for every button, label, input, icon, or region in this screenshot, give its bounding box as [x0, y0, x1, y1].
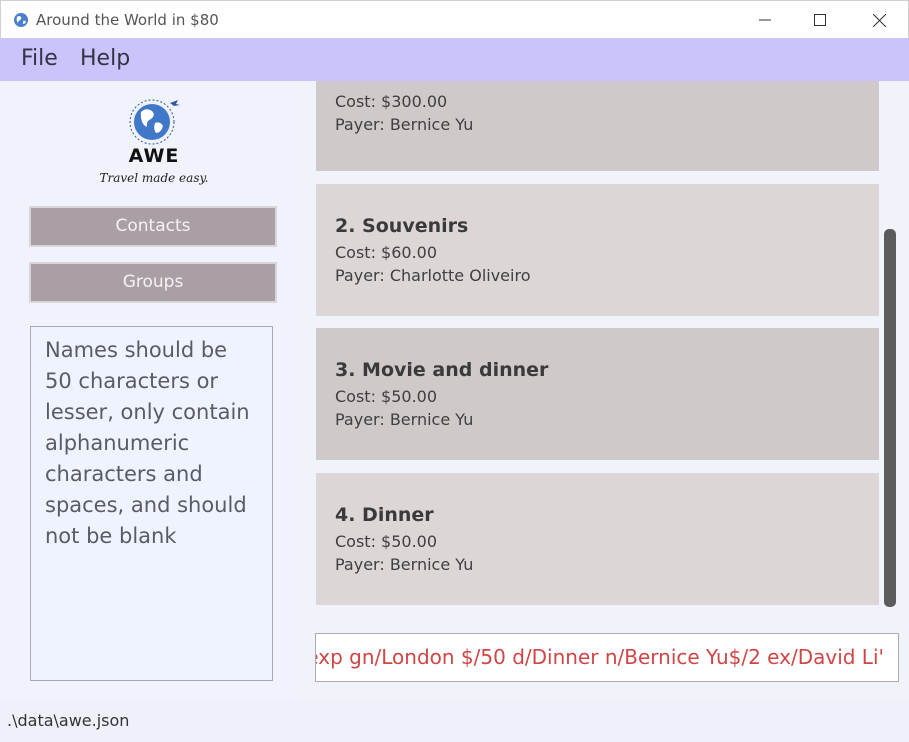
result-message: Names should be 50 characters or lesser,…: [45, 338, 250, 548]
status-bar: .\data\awe.json: [0, 701, 909, 742]
expense-cost: Cost: $50.00: [335, 387, 438, 406]
menu-help[interactable]: Help: [80, 46, 130, 71]
app-logo: AWE Travel made easy.: [94, 97, 214, 191]
minimize-icon: [759, 19, 771, 21]
expense-title: 4. Dinner: [335, 504, 434, 526]
expense-payer: Payer: Charlotte Oliveiro: [335, 266, 531, 285]
groups-button[interactable]: Groups: [29, 262, 277, 303]
result-display: Names should be 50 characters or lesser,…: [30, 326, 273, 681]
expense-payer: Payer: Bernice Yu: [335, 115, 474, 134]
command-input[interactable]: dd exp gn/London $/50 d/Dinner n/Bernice…: [315, 633, 899, 682]
expense-card[interactable]: 3. Movie and dinner Cost: $50.00 Payer: …: [316, 328, 879, 460]
expense-card[interactable]: 2. Souvenirs Cost: $60.00 Payer: Charlot…: [316, 184, 879, 316]
sidebar: AWE Travel made easy. Contacts Groups Na…: [0, 81, 302, 701]
expense-payer: Payer: Bernice Yu: [335, 555, 474, 574]
expense-title: 3. Movie and dinner: [335, 359, 549, 381]
close-icon: [872, 13, 886, 27]
expense-title: 2. Souvenirs: [335, 215, 469, 237]
globe-logo-icon: [129, 99, 180, 145]
command-text: dd exp gn/London $/50 d/Dinner n/Bernice…: [315, 645, 884, 669]
expense-cost: Cost: $50.00: [335, 532, 438, 551]
expense-payer: Payer: Bernice Yu: [335, 410, 474, 429]
close-button[interactable]: [850, 1, 908, 39]
menu-file[interactable]: File: [21, 46, 58, 71]
expense-cost: Cost: $300.00: [335, 92, 448, 111]
globe-icon: [13, 12, 29, 28]
minimize-button[interactable]: [736, 1, 794, 39]
window-title: Around the World in $80: [36, 11, 219, 29]
logo-tagline: Travel made easy.: [99, 171, 209, 185]
main-area: AWE Travel made easy. Contacts Groups Na…: [0, 81, 909, 701]
expense-card[interactable]: Cost: $300.00 Payer: Bernice Yu: [316, 81, 879, 171]
expense-list[interactable]: Cost: $300.00 Payer: Bernice Yu 2. Souve…: [302, 81, 909, 619]
maximize-button[interactable]: [791, 1, 849, 39]
logo-name: AWE: [128, 145, 180, 167]
menu-bar: File Help: [0, 38, 909, 81]
title-bar: Around the World in $80: [0, 0, 909, 38]
expense-list-scrollbar[interactable]: [884, 229, 896, 607]
maximize-icon: [814, 14, 826, 26]
contacts-button[interactable]: Contacts: [29, 206, 277, 247]
expense-card[interactable]: 4. Dinner Cost: $50.00 Payer: Bernice Yu: [316, 473, 879, 605]
expense-cost: Cost: $60.00: [335, 243, 438, 262]
data-file-path: .\data\awe.json: [7, 711, 130, 730]
